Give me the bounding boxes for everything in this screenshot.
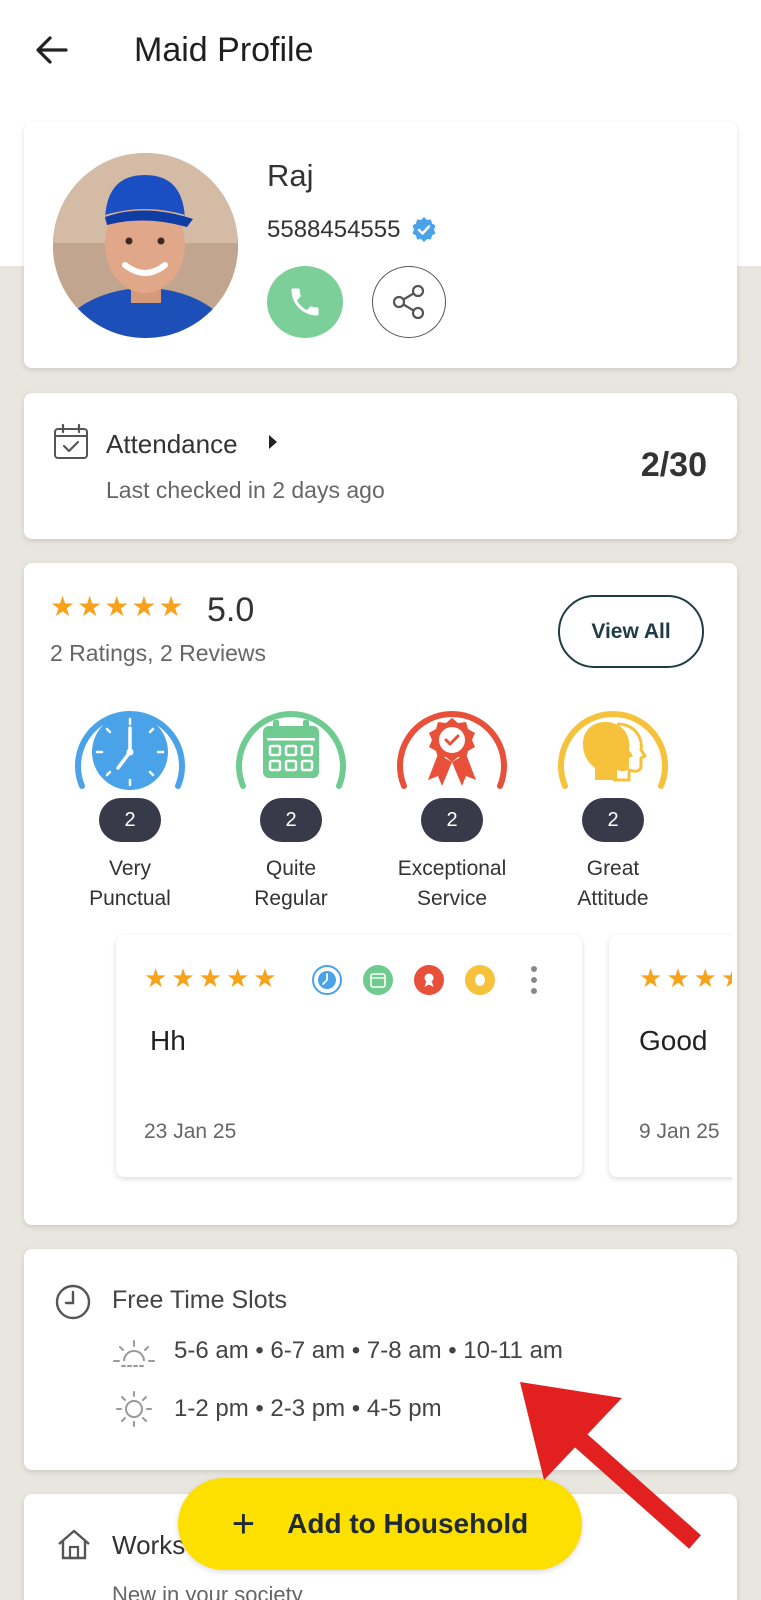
free-time-title: Free Time Slots [112,1286,288,1314]
clock-icon [55,1284,91,1320]
page-title: Maid Profile [134,31,314,69]
badge-label: Quite Regular [221,854,361,914]
badge-label: Exceptional Service [382,854,522,914]
afternoon-slots: 1-2 pm • 2-3 pm • 4-5 pm [174,1395,442,1422]
profile-card: Raj 5588454555 [24,122,737,368]
badge-punctual: 2 Very Punctual [60,698,200,914]
badge-label-line: Regular [254,887,328,910]
more-options-icon[interactable] [526,963,542,997]
star-icon: ★ [693,963,717,993]
add-to-household-label: Add to Household [287,1508,529,1539]
star-icon: ★ [639,963,663,993]
reviews-carousel[interactable]: ★ ★ ★ ★ ★ Hh 23 Jan 25 ★ ★ ★ Good 9 Jan … [92,915,732,1195]
share-button[interactable] [372,266,446,338]
clock-badge-icon [75,711,185,790]
sun-icon [116,1391,152,1427]
star-icon: ★ [104,591,130,622]
award-ribbon-icon [397,711,507,789]
badge-label: Great Attitude [543,854,683,914]
badge-label-line: Attitude [577,887,649,910]
heads-attitude-icon [465,965,495,995]
rating-stars: ★ ★ ★ ★ ★ [50,593,186,621]
badge-label-line: Quite [265,857,317,880]
heads-attitude-icon [558,711,668,789]
star-icon: ★ [131,591,157,622]
review-text: Good [639,1025,708,1056]
star-icon: ★ [666,963,690,993]
badge-label-line: Punctual [89,887,171,910]
badge-count: 2 [582,798,644,842]
caret-right-icon [269,435,277,449]
badge-attitude: 2 Great Attitude [543,698,683,914]
phone-icon [291,288,319,316]
rating-value: 5.0 [207,591,255,629]
calendar-check-icon [54,423,88,459]
arrow-left-icon [36,36,68,64]
attendance-card[interactable]: Attendance Last checked in 2 days ago 2/… [24,393,737,539]
star-icon: ★ [50,591,76,622]
badge-count: 2 [421,798,483,842]
badge-label-line: Great [586,857,640,880]
star-icon: ★ [225,963,250,993]
phone-number: 5588454555 [267,216,401,243]
star-icon: ★ [721,965,732,991]
sunrise-icon [113,1340,155,1367]
badge-label-line: Exceptional [397,857,507,880]
maid-name: Raj [267,158,314,193]
plus-icon: + [231,1502,256,1546]
star-icon: ★ [77,591,103,622]
clock-badge-icon [312,965,342,995]
works-title: Works [112,1530,186,1560]
badge-service: 2 Exceptional Service [382,698,522,914]
star-icon: ★ [144,963,168,993]
review-text: Hh [150,1025,186,1056]
home-icon [58,1529,90,1560]
star-icon: ★ [198,963,222,993]
ratings-card: ★ ★ ★ ★ ★ 5.0 2 Ratings, 2 Reviews View … [24,563,737,1225]
morning-slots: 5-6 am • 6-7 am • 7-8 am • 10-11 am [174,1337,563,1364]
review-badges [312,965,516,995]
call-button[interactable] [267,266,343,338]
award-ribbon-icon [414,965,444,995]
afternoon-slots-row: 1-2 pm • 2-3 pm • 4-5 pm [112,1389,442,1429]
rating-summary: 2 Ratings, 2 Reviews [50,640,267,666]
annotation-arrow-icon [520,1382,701,1549]
review-stars: ★ ★ ★ ★ ★ [639,965,732,991]
attendance-title: Attendance [106,429,238,459]
morning-slots-row: 5-6 am • 6-7 am • 7-8 am • 10-11 am [112,1331,563,1371]
badge-count: 2 [260,798,322,842]
review-date: 9 Jan 25 [639,1120,720,1143]
avatar [53,153,238,338]
avatar-image [53,153,238,338]
star-icon: ★ [158,591,184,622]
view-all-button[interactable]: View All [558,595,704,668]
badge-count: 2 [99,798,161,842]
share-icon [392,284,425,320]
star-icon: ★ [253,963,277,993]
badge-label-line: Very [108,857,152,880]
verified-icon [412,217,436,242]
attendance-count: 2/30 [640,446,707,484]
phone-row: 5588454555 [267,216,438,244]
badge-label-line: Service [416,887,488,910]
review-card[interactable]: ★ ★ ★ ★ ★ Good 9 Jan 25 [609,935,732,1177]
badge-label: Very Punctual [60,854,200,914]
back-button[interactable] [32,30,72,70]
star-icon: ★ [171,963,195,993]
review-date: 23 Jan 25 [144,1120,237,1143]
badge-regular: 2 Quite Regular [221,698,361,914]
calendar-badge-icon [236,711,346,789]
works-subtitle: New in your society [112,1582,303,1600]
calendar-badge-icon [363,965,393,995]
review-card[interactable]: ★ ★ ★ ★ ★ Hh 23 Jan 25 [116,935,582,1177]
review-stars: ★ ★ ★ ★ ★ [144,965,281,991]
attendance-subtitle: Last checked in 2 days ago [106,477,385,503]
